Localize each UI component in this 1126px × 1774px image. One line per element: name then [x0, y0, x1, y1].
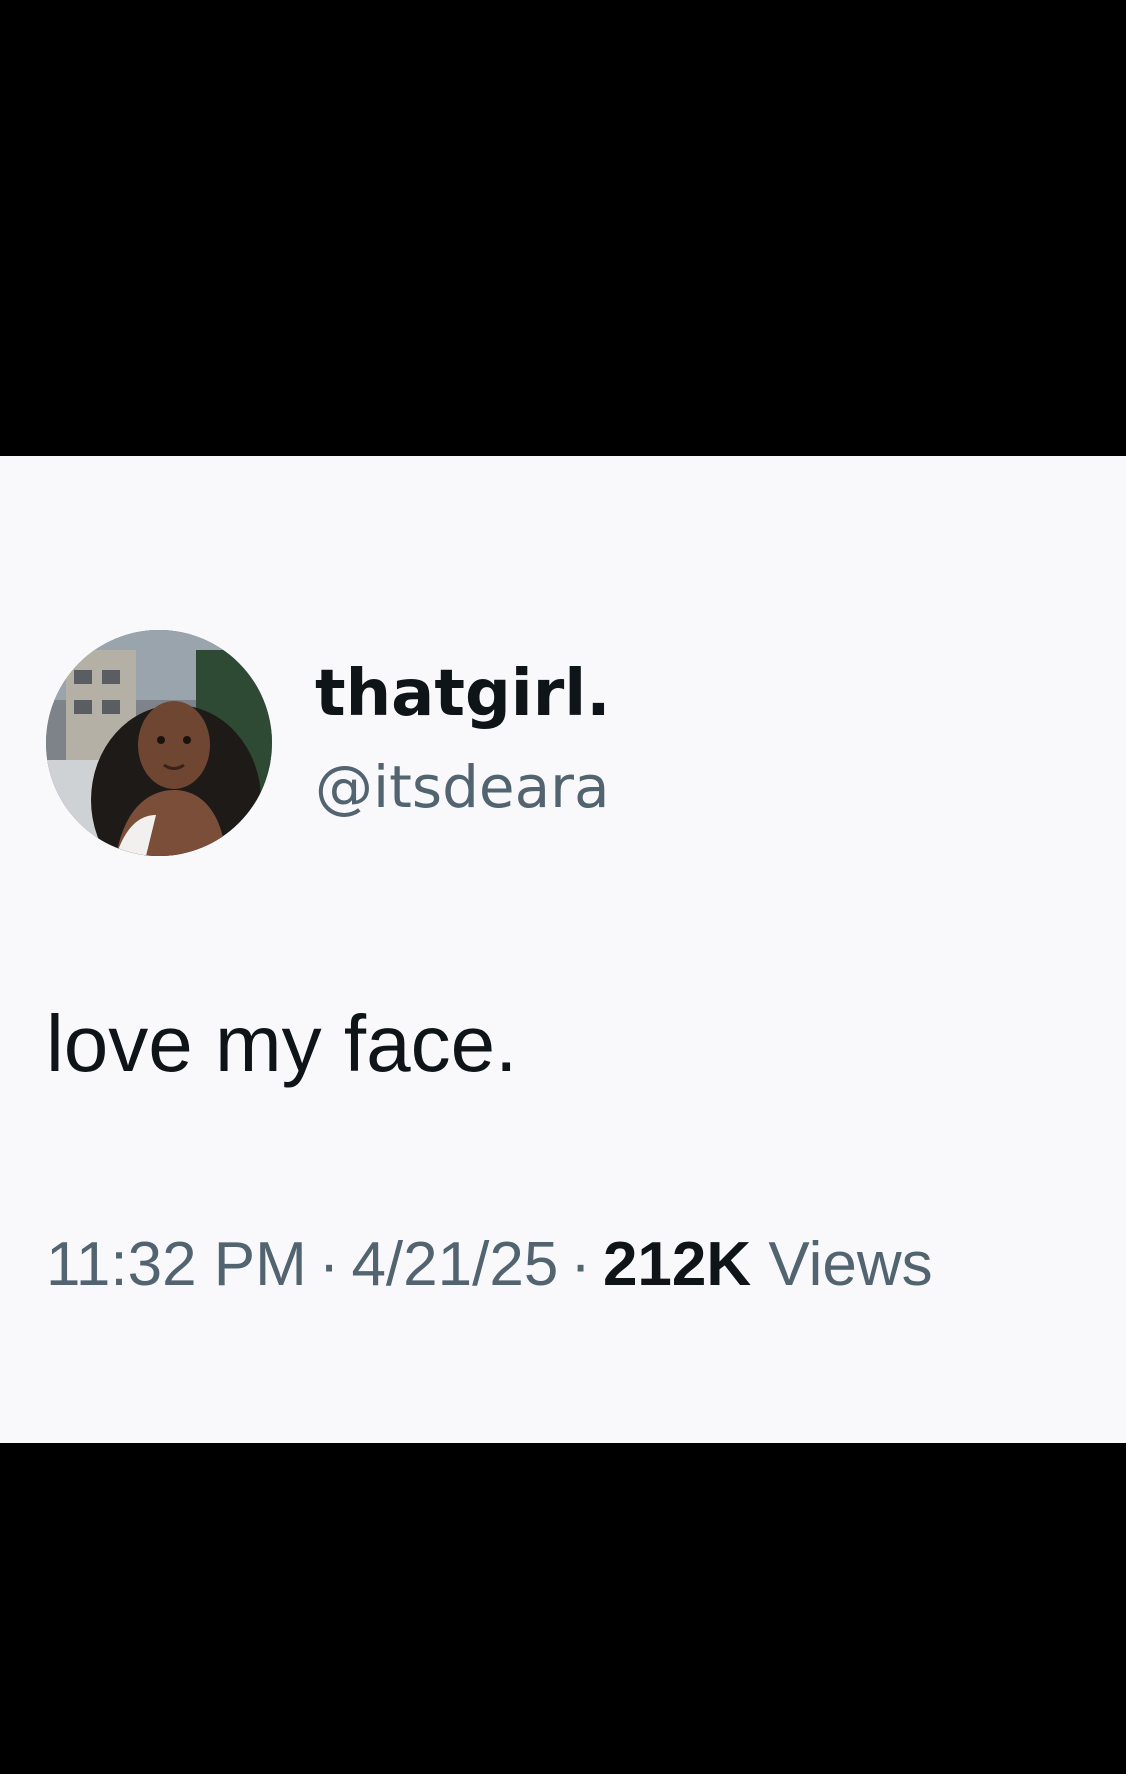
display-name[interactable]: thatgirl. — [315, 662, 611, 726]
profile-photo-icon — [46, 630, 272, 856]
avatar[interactable] — [46, 630, 272, 856]
bottom-letterbox-bar — [0, 1443, 1126, 1774]
tweet-time[interactable]: 11:32 PM — [46, 1230, 307, 1299]
user-handle[interactable]: @itsdeara — [315, 758, 610, 816]
tweet-text: love my face. — [46, 999, 518, 1088]
views-count[interactable]: 212K — [603, 1230, 751, 1299]
top-letterbox-bar — [0, 0, 1126, 456]
tweet-card: thatgirl. @itsdeara love my face. 11:32 … — [0, 456, 1126, 1443]
tweet-meta: 11:32 PM · 4/21/25 · 212K Views — [46, 1234, 933, 1296]
views-label: Views — [768, 1230, 933, 1299]
meta-separator: · — [570, 1230, 591, 1299]
meta-separator: · — [318, 1230, 340, 1299]
tweet-date[interactable]: 4/21/25 — [351, 1230, 558, 1299]
